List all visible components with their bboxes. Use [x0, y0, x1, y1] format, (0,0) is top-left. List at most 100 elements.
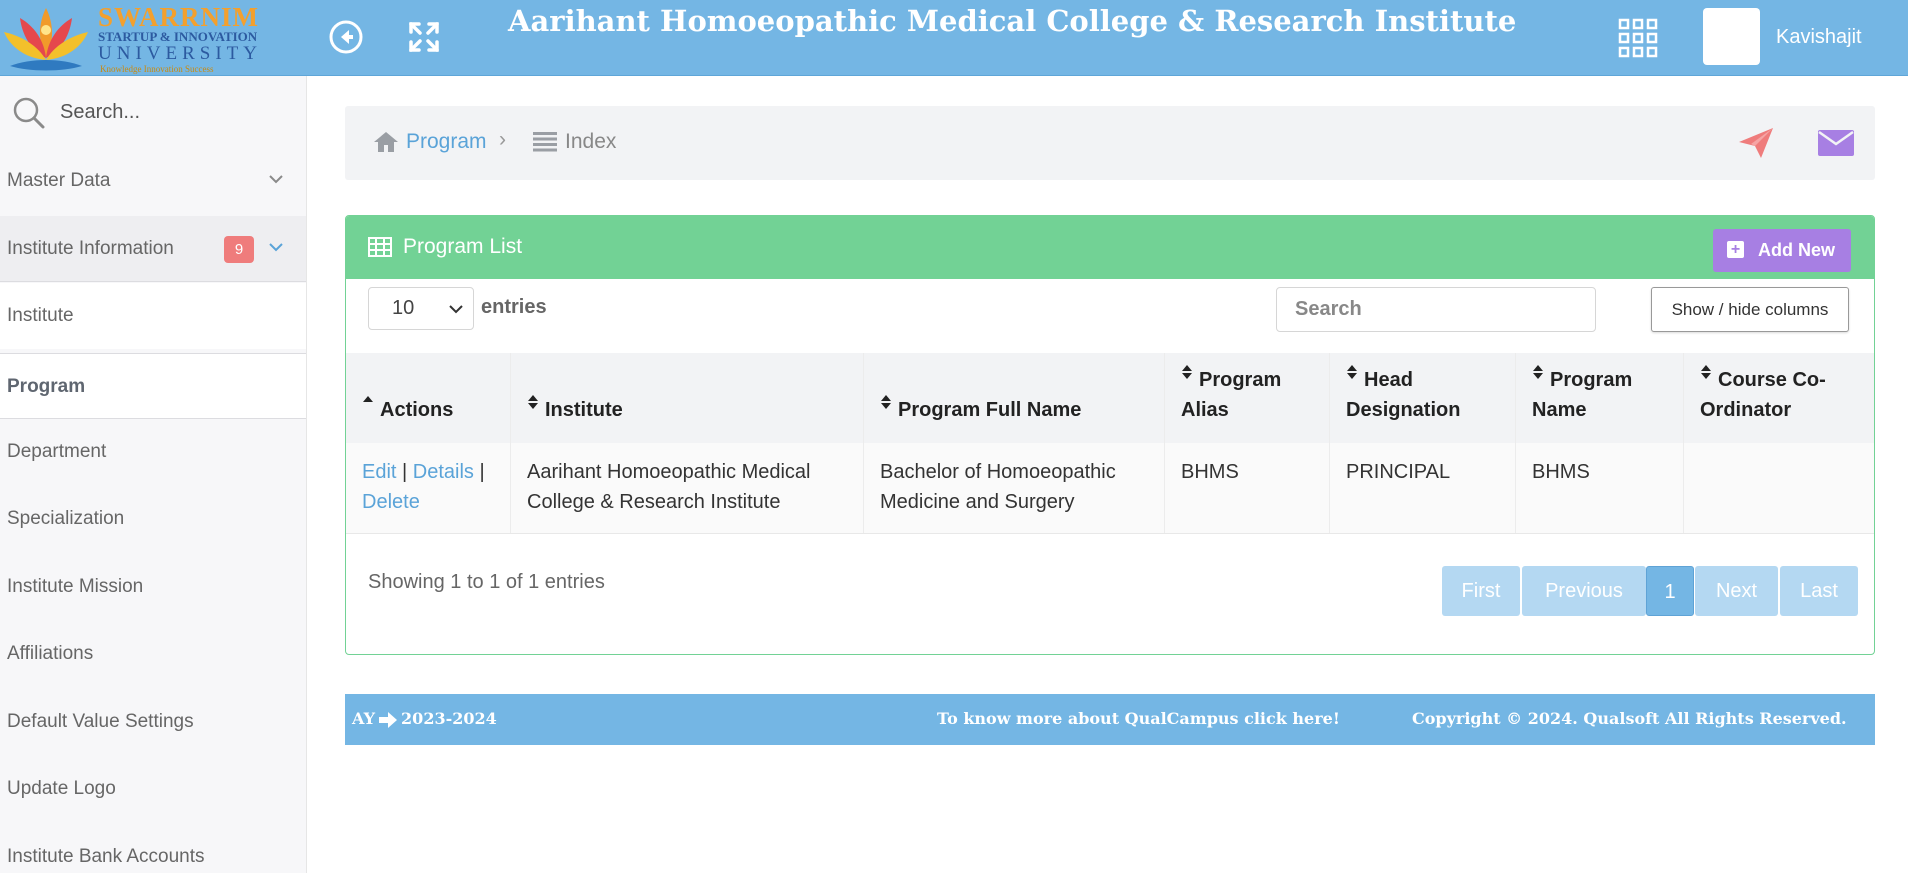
edit-link[interactable]: Edit [362, 461, 396, 483]
column-label: Program Alias [1181, 369, 1282, 421]
mail-icon[interactable] [1818, 130, 1854, 156]
avatar[interactable] [1703, 8, 1760, 65]
sidebar-item-label: Institute Information [7, 238, 174, 259]
cell-program-alias: BHMS [1164, 443, 1330, 534]
qualcampus-link[interactable]: To know more about QualCampus click here… [937, 709, 1340, 728]
table-row: Edit | Details | Delete Aarihant Homoeop… [346, 443, 1874, 534]
table-icon [368, 237, 392, 257]
column-label: Actions [380, 399, 454, 421]
sidebar-item-label: Specialization [7, 508, 125, 529]
column-header-program-name[interactable]: Program Name [1515, 353, 1684, 443]
lotus-logo-icon [4, 8, 88, 71]
paper-plane-icon[interactable] [1737, 126, 1775, 160]
home-icon[interactable] [373, 130, 399, 154]
sidebar-item-label: Update Logo [7, 778, 116, 799]
sidebar-search [0, 76, 306, 148]
column-header-program-alias[interactable]: Program Alias [1164, 353, 1330, 443]
pager-first-button[interactable]: First [1442, 566, 1520, 616]
breadcrumb: Program › Index [345, 106, 1875, 180]
details-link[interactable]: Details [413, 461, 474, 483]
pager-page-1[interactable]: 1 [1646, 566, 1694, 616]
sidebar-item-label: Affiliations [7, 643, 94, 664]
page-title: Aarihant Homoeopathic Medical College & … [508, 4, 1517, 38]
sort-icon [1182, 365, 1192, 379]
column-header-institute[interactable]: Institute [510, 353, 864, 443]
card-title: Program List [403, 235, 523, 258]
sidebar-item-label: Program [7, 376, 86, 397]
column-header-head-designation[interactable]: Head Designation [1329, 353, 1516, 443]
table-header-row: Actions Institute Program Full Name Prog… [346, 353, 1874, 443]
sort-asc-icon [363, 396, 373, 402]
plus-square-icon: + [1727, 241, 1744, 258]
table-info: Showing 1 to 1 of 1 entries [368, 571, 605, 593]
apps-grid-icon[interactable] [1618, 18, 1658, 58]
chevron-down-icon [269, 243, 283, 252]
sidebar-item-label: Default Value Settings [7, 711, 194, 732]
sidebar-item-institute-information[interactable]: Institute Information 9 [0, 216, 306, 282]
separator: | [402, 461, 408, 483]
delete-link[interactable]: Delete [362, 491, 420, 513]
academic-year: AY 2023-2024 [352, 709, 497, 728]
cell-program-full-name: Bachelor of Homoeopathic Medicine and Su… [863, 443, 1165, 534]
sidebar: Master Data Institute Information 9 Inst… [0, 76, 307, 873]
pager-previous-button[interactable]: Previous [1522, 566, 1646, 616]
pager-last-button[interactable]: Last [1780, 566, 1858, 616]
sidebar-item-master-data[interactable]: Master Data [0, 148, 306, 214]
fullscreen-icon[interactable] [405, 18, 443, 56]
logo-university: UNIVERSITY [98, 43, 262, 64]
add-new-label: Add New [1758, 240, 1836, 260]
separator: | [479, 461, 485, 483]
sidebar-search-input[interactable] [58, 94, 292, 130]
cell-head-designation: PRINCIPAL [1329, 443, 1516, 534]
column-label: Course Co-Ordinator [1700, 369, 1826, 421]
sidebar-item-institute-mission[interactable]: Institute Mission [0, 554, 306, 620]
sidebar-item-update-logo[interactable]: Update Logo [0, 756, 306, 822]
username[interactable]: Kavishajit [1776, 26, 1862, 49]
column-header-course-coordinator[interactable]: Course Co-Ordinator [1683, 353, 1874, 443]
card-header: Program List + Add New [346, 216, 1874, 279]
list-icon [533, 132, 557, 152]
chevron-down-icon [449, 305, 463, 314]
copyright: Copyright © 2024. Qualsoft All Rights Re… [1412, 709, 1847, 728]
sort-icon [1347, 365, 1357, 379]
sidebar-item-label: Institute Bank Accounts [7, 846, 205, 867]
sidebar-item-affiliations[interactable]: Affiliations [0, 621, 306, 687]
column-header-program-full-name[interactable]: Program Full Name [863, 353, 1165, 443]
table-search-input[interactable] [1276, 287, 1596, 332]
cell-actions: Edit | Details | Delete [346, 443, 511, 534]
sidebar-item-label: Institute Mission [7, 576, 144, 597]
program-table: Actions Institute Program Full Name Prog… [346, 353, 1874, 534]
logo-name: SWARRNIM [98, 2, 260, 32]
show-hide-columns-button[interactable]: Show / hide columns [1651, 287, 1849, 332]
sidebar-item-label: Institute [7, 305, 74, 326]
column-header-actions[interactable]: Actions [346, 353, 511, 443]
sidebar-item-program[interactable]: Program [0, 353, 306, 419]
pager-next-button[interactable]: Next [1695, 566, 1778, 616]
breadcrumb-program-link[interactable]: Program [406, 130, 487, 154]
cell-program-name: BHMS [1515, 443, 1684, 534]
page-length-value: 10 [392, 297, 415, 319]
page-length-select[interactable]: 10 [368, 287, 474, 330]
arrow-right-icon [379, 711, 398, 728]
sidebar-item-institute-bank-accounts[interactable]: Institute Bank Accounts [0, 824, 306, 873]
sort-icon [528, 395, 538, 409]
count-badge: 9 [224, 236, 254, 263]
sort-icon [881, 395, 891, 409]
sidebar-item-department[interactable]: Department [0, 419, 306, 485]
program-list-card: Program List + Add New 10 entries Show /… [345, 215, 1875, 655]
column-label: Institute [545, 399, 623, 421]
sidebar-item-specialization[interactable]: Specialization [0, 486, 306, 552]
add-new-button[interactable]: + Add New [1713, 229, 1851, 272]
sidebar-item-institute[interactable]: Institute [0, 283, 306, 349]
ay-label: AY [352, 709, 376, 728]
sidebar-item-label: Department [7, 441, 107, 462]
search-icon [13, 97, 45, 129]
chevron-down-icon [269, 175, 283, 184]
university-logo[interactable]: SWARRNIM STARTUP & INNOVATION UNIVERSITY… [0, 0, 265, 75]
column-label: Program Full Name [898, 399, 1082, 421]
sidebar-item-default-value-settings[interactable]: Default Value Settings [0, 689, 306, 755]
sidebar-item-label: Master Data [7, 170, 111, 191]
back-circle-icon[interactable] [327, 18, 365, 56]
sort-icon [1701, 365, 1711, 379]
breadcrumb-separator: › [499, 128, 506, 151]
